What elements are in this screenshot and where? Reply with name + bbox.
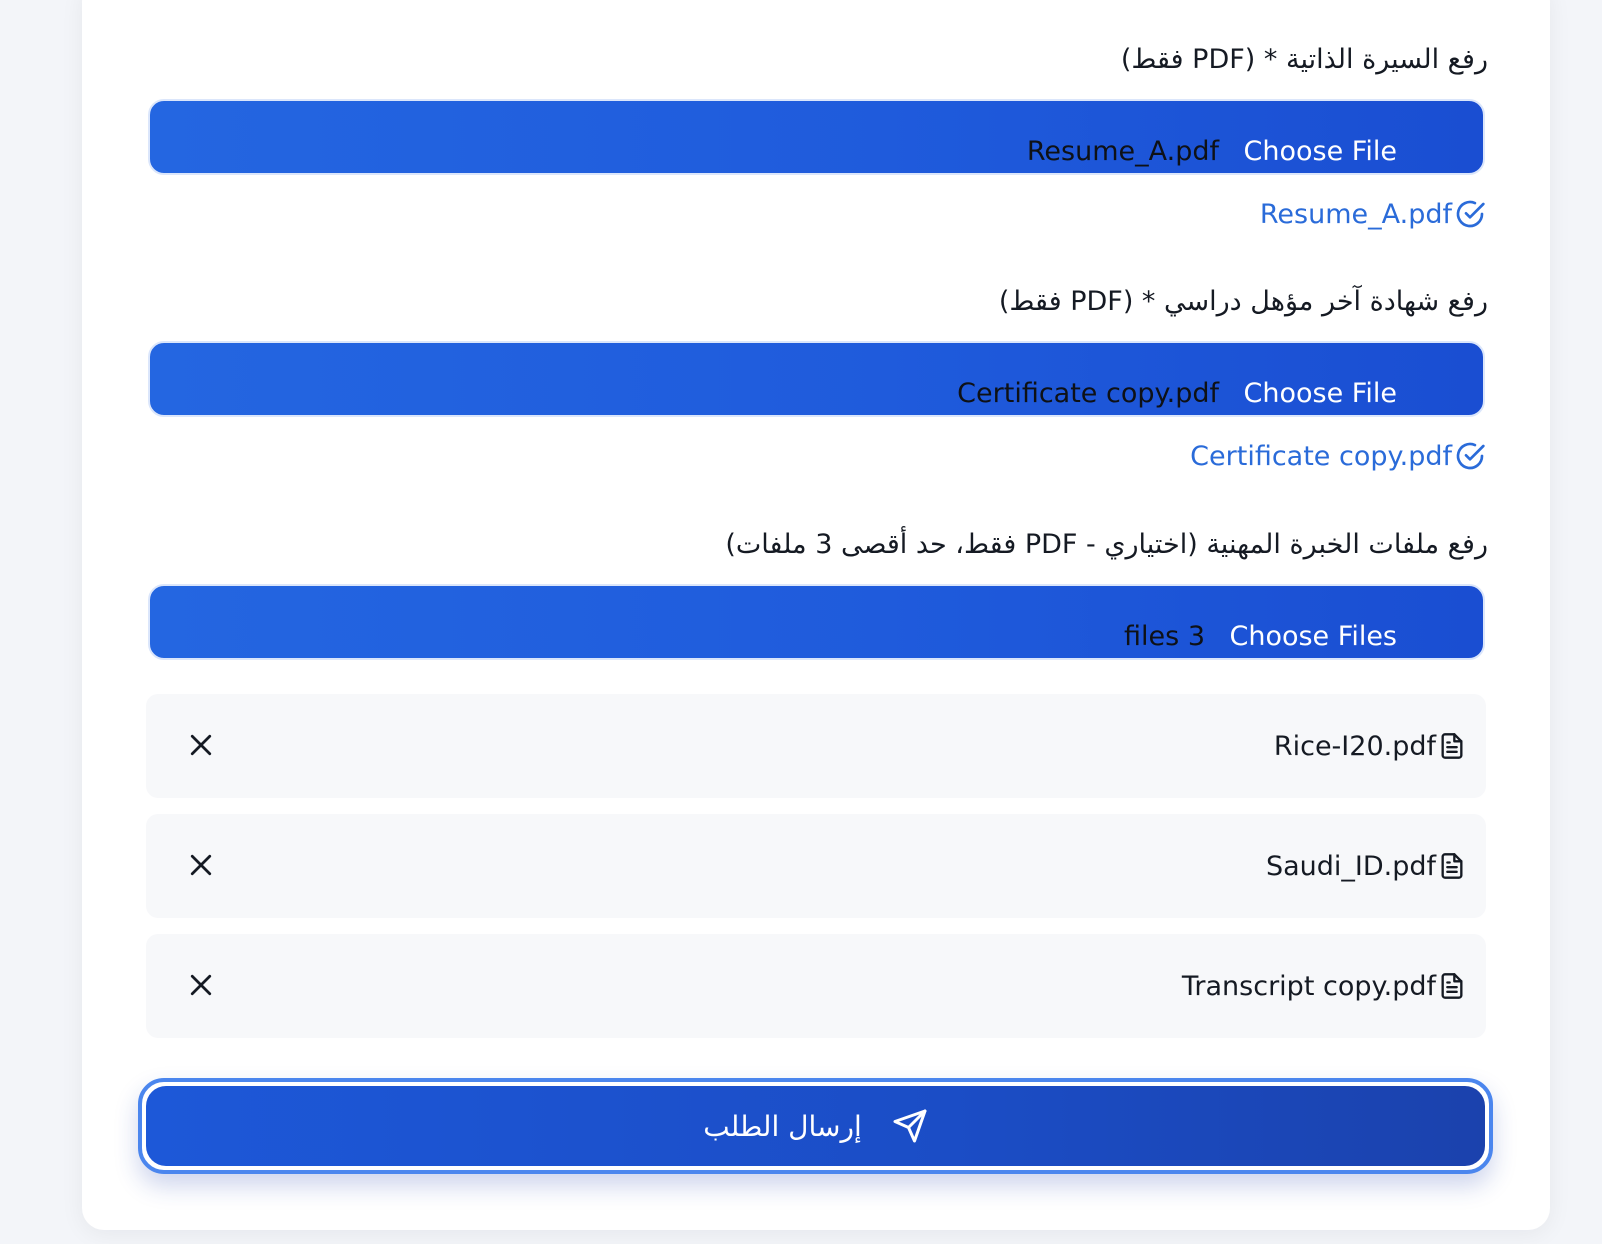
- resume-file-input[interactable]: Choose File Resume_A.pdf: [148, 99, 1485, 175]
- experience-label: رفع ملفات الخبرة المهنية (اختياري - PDF …: [725, 529, 1488, 560]
- certificate-label: رفع شهادة آخر مؤهل دراسي * (PDF فقط): [998, 286, 1488, 317]
- certificate-file-name: Certificate copy.pdf: [957, 378, 1219, 409]
- file-item-name-group: Transcript copy.pdf: [1182, 970, 1466, 1002]
- experience-file-input[interactable]: Choose Files files 3: [148, 584, 1485, 660]
- file-list-item: Transcript copy.pdf: [146, 934, 1486, 1038]
- resume-label: رفع السيرة الذاتية * (PDF فقط): [1120, 44, 1488, 75]
- file-text-icon: [1441, 853, 1463, 879]
- submit-label: إرسال الطلب: [703, 1109, 862, 1143]
- certificate-uploaded: Certificate copy.pdf: [1190, 440, 1486, 472]
- file-item-name: Rice-I20.pdf: [1273, 730, 1436, 762]
- file-item-name-group: Rice-I20.pdf: [1274, 730, 1466, 762]
- file-text-icon: [1441, 733, 1463, 759]
- file-item-name: Saudi_ID.pdf: [1265, 850, 1436, 882]
- close-icon[interactable]: [186, 730, 216, 760]
- experience-file-count: files 3: [1124, 621, 1205, 652]
- send-icon: [893, 1109, 927, 1143]
- file-list-item: Saudi_ID.pdf: [146, 814, 1486, 918]
- file-item-name: Transcript copy.pdf: [1181, 970, 1436, 1002]
- certificate-choose-button[interactable]: Choose File: [1244, 378, 1397, 409]
- resume-uploaded: Resume_A.pdf: [1260, 198, 1486, 230]
- close-icon[interactable]: [186, 850, 216, 880]
- resume-choose-button[interactable]: Choose File: [1244, 136, 1397, 167]
- file-list-item: Rice-I20.pdf: [146, 694, 1486, 798]
- resume-file-name: Resume_A.pdf: [1026, 136, 1219, 167]
- certificate-file-input[interactable]: Choose File Certificate copy.pdf: [148, 341, 1485, 417]
- file-text-icon: [1441, 973, 1463, 999]
- resume-uploaded-name: Resume_A.pdf: [1259, 198, 1452, 230]
- close-icon[interactable]: [186, 970, 216, 1000]
- file-item-name-group: Saudi_ID.pdf: [1266, 850, 1466, 882]
- certificate-uploaded-name: Certificate copy.pdf: [1190, 440, 1452, 472]
- check-circle-icon: [1456, 442, 1485, 470]
- experience-choose-button[interactable]: Choose Files: [1229, 621, 1397, 652]
- check-circle-icon: [1456, 200, 1485, 228]
- submit-button[interactable]: إرسال الطلب: [146, 1086, 1485, 1166]
- submit-button-focus-ring: إرسال الطلب: [138, 1078, 1493, 1174]
